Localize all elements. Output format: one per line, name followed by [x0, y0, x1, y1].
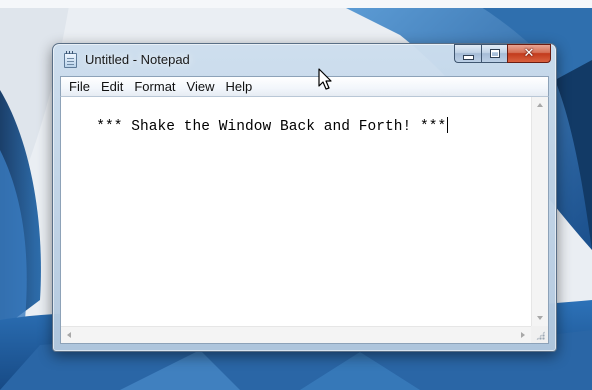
window-title: Untitled - Notepad [85, 52, 190, 67]
scroll-down-icon[interactable] [537, 316, 543, 320]
menu-edit[interactable]: Edit [96, 77, 129, 96]
menu-format[interactable]: Format [129, 77, 181, 96]
scroll-right-icon[interactable] [521, 332, 525, 338]
menu-file[interactable]: File [64, 77, 96, 96]
minimize-icon [462, 54, 474, 60]
mouse-pointer-icon [318, 68, 332, 90]
menu-help[interactable]: Help [220, 77, 258, 96]
scroll-up-icon[interactable] [537, 103, 543, 107]
maximize-button[interactable] [481, 44, 507, 63]
resize-grip-icon[interactable] [531, 326, 548, 343]
notepad-app-icon[interactable] [64, 51, 77, 68]
text-editor[interactable]: *** Shake the Window Back and Forth! *** [60, 97, 549, 344]
caption-buttons: ✕ [454, 44, 551, 63]
horizontal-scrollbar[interactable] [61, 326, 531, 343]
vertical-scrollbar[interactable] [531, 97, 548, 326]
notepad-window[interactable]: Untitled - Notepad ✕ File Edit Format Vi… [52, 43, 557, 352]
editor-text-line: *** Shake the Window Back and Forth! *** [70, 117, 449, 135]
menu-bar: File Edit Format View Help [60, 76, 549, 97]
scroll-left-icon[interactable] [67, 332, 71, 338]
maximize-icon [489, 49, 500, 58]
editor-text: *** Shake the Window Back and Forth! *** [70, 119, 447, 135]
minimize-button[interactable] [454, 44, 481, 63]
title-bar[interactable]: Untitled - Notepad ✕ [53, 44, 556, 74]
close-icon: ✕ [523, 46, 535, 61]
close-button[interactable]: ✕ [507, 44, 551, 63]
text-area[interactable]: *** Shake the Window Back and Forth! *** [61, 97, 531, 326]
text-caret [447, 117, 449, 133]
menu-view[interactable]: View [182, 77, 221, 96]
